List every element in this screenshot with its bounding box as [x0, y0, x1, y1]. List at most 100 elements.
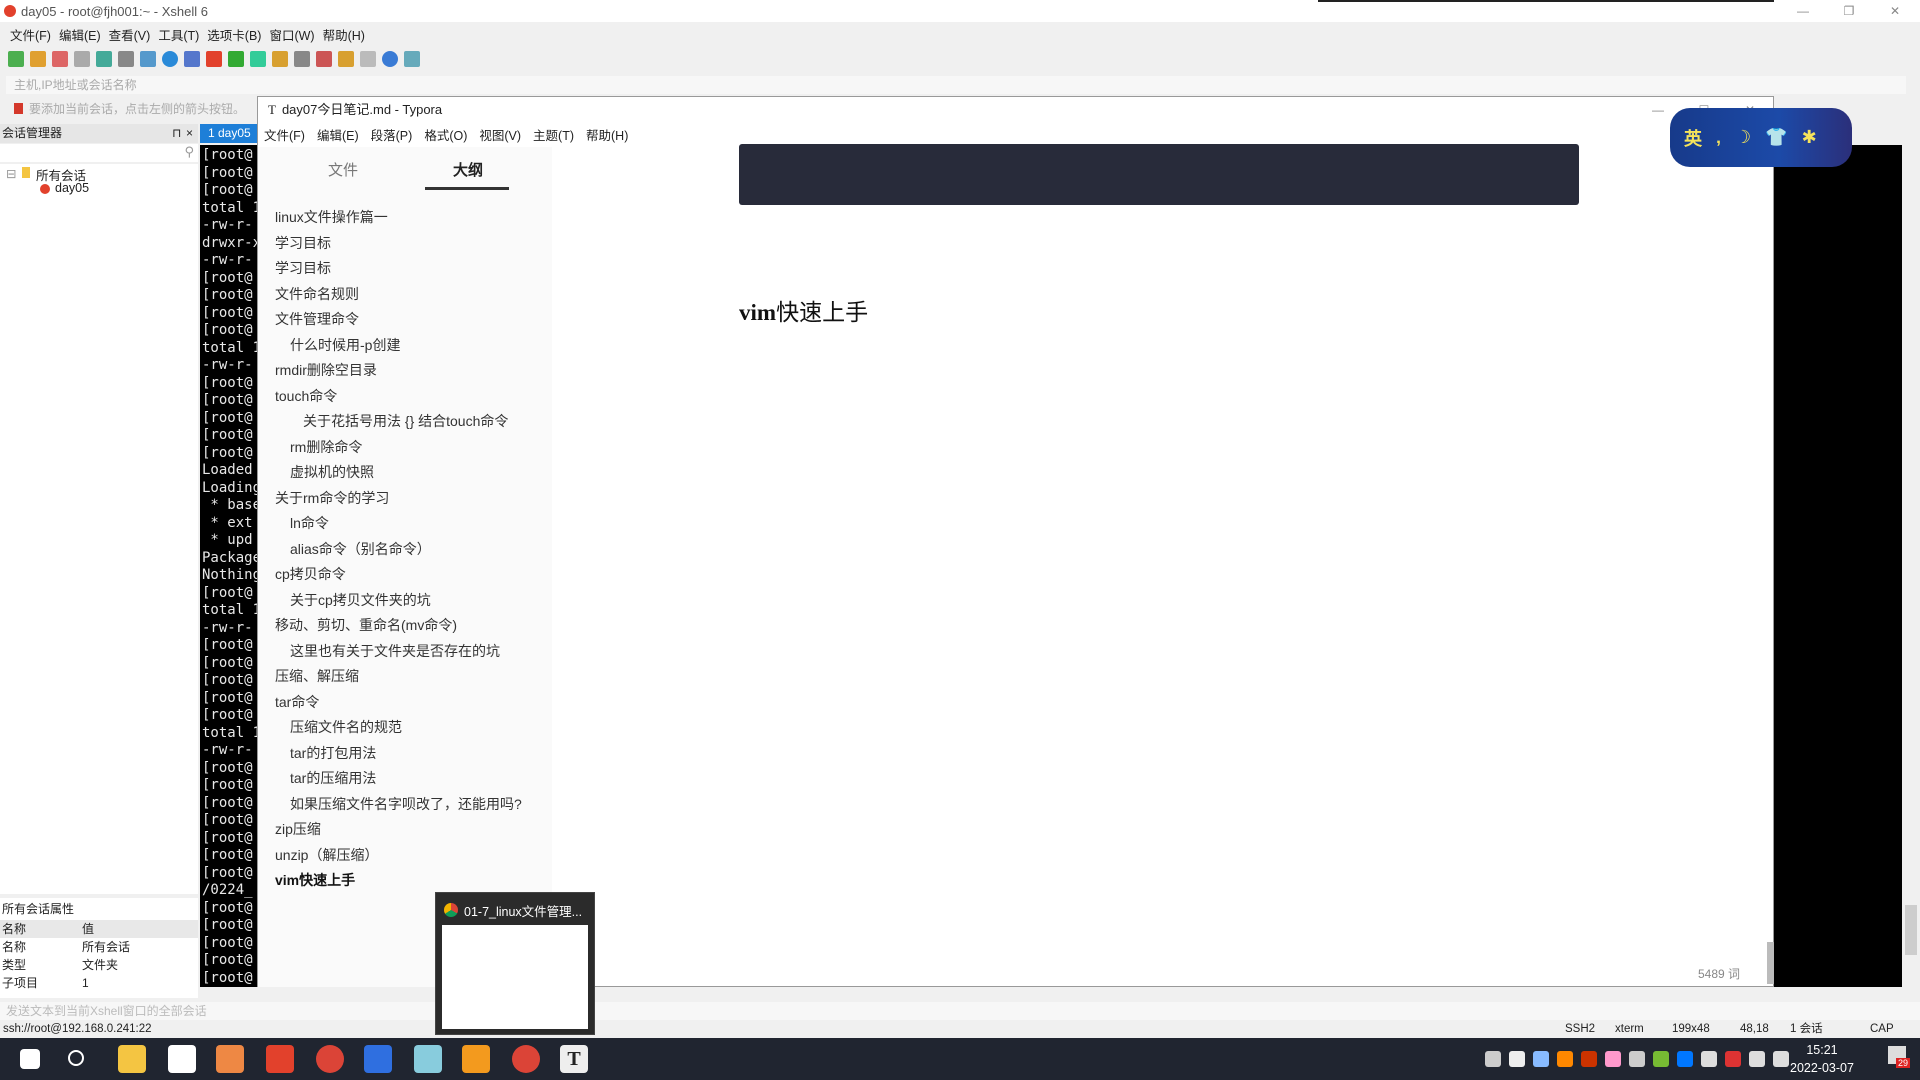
outline-item[interactable]: vim快速上手 — [275, 870, 355, 890]
send-text-input[interactable]: 发送文本到当前Xshell窗口的全部会话 — [0, 1002, 1920, 1020]
outline-item[interactable]: 什么时候用-p创建 — [290, 335, 400, 355]
bookmark-tray-icon[interactable] — [1509, 1051, 1525, 1067]
find-icon[interactable] — [118, 51, 134, 67]
xshell-icon[interactable] — [266, 1045, 294, 1073]
globe-icon[interactable] — [162, 51, 178, 67]
font-icon[interactable] — [184, 51, 200, 67]
menu-item[interactable]: 帮助(H) — [323, 25, 365, 44]
security-icon[interactable] — [1725, 1051, 1741, 1067]
outline-item[interactable]: 文件管理命令 — [275, 309, 359, 329]
network-app-icon[interactable] — [1629, 1051, 1645, 1067]
baidu-netdisk-icon[interactable] — [168, 1045, 196, 1073]
clock[interactable]: 15:21 2022-03-07 — [1790, 1041, 1854, 1077]
record-icon[interactable] — [1581, 1051, 1597, 1067]
xftp-icon[interactable] — [206, 51, 222, 67]
outline-item[interactable]: tar命令 — [275, 692, 319, 712]
menu-item[interactable]: 段落(P) — [371, 125, 413, 144]
menu-item[interactable]: 工具(T) — [158, 25, 199, 44]
outline-item[interactable]: 关于rm命令的学习 — [275, 488, 389, 508]
session-tab-day05[interactable]: 1 day05 — [200, 124, 260, 143]
outline-item[interactable]: 这里也有关于文件夹是否存在的坑 — [290, 641, 500, 661]
menu-item[interactable]: 视图(V) — [479, 125, 521, 144]
editor-scrollbar[interactable] — [1767, 942, 1774, 984]
outline-item[interactable]: 虚拟机的快照 — [290, 462, 374, 482]
bluetooth-icon[interactable] — [1677, 1051, 1693, 1067]
close-panel-button[interactable]: × — [186, 124, 193, 143]
outline-item[interactable]: 学习目标 — [275, 258, 331, 278]
outline-item[interactable]: 压缩文件名的规范 — [290, 717, 402, 737]
menu-item[interactable]: 窗口(W) — [269, 25, 314, 44]
task-view-icon[interactable] — [1485, 1051, 1501, 1067]
chrome-icon[interactable] — [512, 1045, 540, 1073]
weather-icon[interactable] — [1533, 1051, 1549, 1067]
outline-item[interactable]: 关于花括号用法 {} 结合touch命令 — [303, 411, 508, 431]
code-block[interactable] — [739, 144, 1579, 205]
outline-item[interactable]: 如果压缩文件名字呗改了，还能用吗? — [290, 794, 522, 814]
outline-item[interactable]: 文件命名规则 — [275, 284, 359, 304]
menu-item[interactable]: 主题(T) — [533, 125, 574, 144]
menu-item[interactable]: 文件(F) — [10, 25, 51, 44]
pin-icon[interactable]: ⊓ — [172, 124, 181, 143]
terminal-right[interactable] — [1774, 145, 1902, 987]
outline-item[interactable]: zip压缩 — [275, 819, 321, 839]
typora-icon[interactable]: T — [560, 1045, 588, 1073]
word-count[interactable]: 5489 词 — [1698, 965, 1740, 982]
outline-item[interactable]: ln命令 — [290, 513, 329, 533]
ime-language[interactable]: 英 — [1684, 125, 1702, 151]
heading[interactable]: vim快速上手 — [739, 293, 868, 327]
moon-icon[interactable]: ☽ — [1735, 127, 1751, 148]
outline-item[interactable]: tar的压缩用法 — [290, 768, 376, 788]
nvidia-icon[interactable] — [1653, 1051, 1669, 1067]
bookmark-app-icon[interactable] — [216, 1045, 244, 1073]
outline-item[interactable]: rmdir删除空目录 — [275, 360, 377, 380]
menu-item[interactable]: 格式(O) — [424, 125, 467, 144]
tab-files[interactable]: 文件 — [328, 159, 358, 180]
menu-item[interactable]: 编辑(E) — [59, 25, 101, 44]
layout-icon[interactable] — [360, 51, 376, 67]
flower-icon[interactable] — [1605, 1051, 1621, 1067]
outline-item[interactable]: unzip（解压缩） — [275, 845, 378, 865]
terminal[interactable]: [root@ [root@ [root@ total 1 -rw-r-drwxr-x -r… — [200, 145, 260, 987]
chrome-icon[interactable] — [316, 1045, 344, 1073]
new-session-icon[interactable] — [8, 51, 24, 67]
outline-item[interactable]: 学习目标 — [275, 233, 331, 253]
close-button[interactable]: ✕ — [1872, 0, 1918, 22]
help-icon[interactable] — [382, 51, 398, 67]
chat-icon[interactable] — [404, 51, 420, 67]
outline-item[interactable]: tar的打包用法 — [290, 743, 376, 763]
session-search-input[interactable]: ⚲ — [0, 144, 198, 162]
xagent-icon[interactable] — [228, 51, 244, 67]
properties-icon[interactable] — [96, 51, 112, 67]
outline-item[interactable]: touch命令 — [275, 386, 337, 406]
keyboard-icon[interactable] — [294, 51, 310, 67]
outline-item[interactable]: linux文件操作篇一 — [275, 207, 388, 227]
address-input[interactable]: 主机,IP地址或会话名称 — [6, 76, 1906, 94]
file-explorer-icon[interactable] — [118, 1045, 146, 1073]
search-icon[interactable] — [68, 1050, 84, 1066]
tab-outline[interactable]: 大纲 — [453, 159, 483, 180]
virtualbox-icon[interactable] — [462, 1045, 490, 1073]
punctuation-icon[interactable]: ‚ — [1716, 127, 1721, 148]
outline-item[interactable]: cp拷贝命令 — [275, 564, 346, 584]
terminal-scrollbar[interactable] — [1902, 145, 1920, 1000]
open-folder-icon[interactable] — [30, 51, 46, 67]
scrollbar-thumb[interactable] — [1905, 905, 1917, 955]
reconnect-icon[interactable] — [74, 51, 90, 67]
fullscreen-icon[interactable] — [250, 51, 266, 67]
maximize-button[interactable]: ❐ — [1826, 0, 1872, 22]
tree-item-day05[interactable]: day05 — [55, 181, 89, 195]
network-icon[interactable] — [1749, 1051, 1765, 1067]
settings-flower-icon[interactable] — [414, 1045, 442, 1073]
outline-item[interactable]: alias命令（别名命令） — [290, 539, 431, 559]
outline-item[interactable]: rm删除命令 — [290, 437, 362, 457]
star-icon[interactable]: ✱ — [1802, 127, 1817, 148]
start-icon[interactable] — [20, 1049, 40, 1069]
outline-item[interactable]: 移动、剪切、重命名(mv命令) — [275, 615, 457, 635]
chrome-window-preview[interactable]: 01-7_linux文件管理... — [435, 892, 595, 1035]
highlight-icon[interactable] — [316, 51, 332, 67]
skin-icon[interactable]: 👕 — [1765, 127, 1787, 148]
outline-item[interactable]: 关于cp拷贝文件夹的坑 — [290, 590, 431, 610]
disconnect-icon[interactable] — [52, 51, 68, 67]
minimize-button[interactable]: — — [1780, 0, 1826, 22]
menu-item[interactable]: 帮助(H) — [586, 125, 628, 144]
